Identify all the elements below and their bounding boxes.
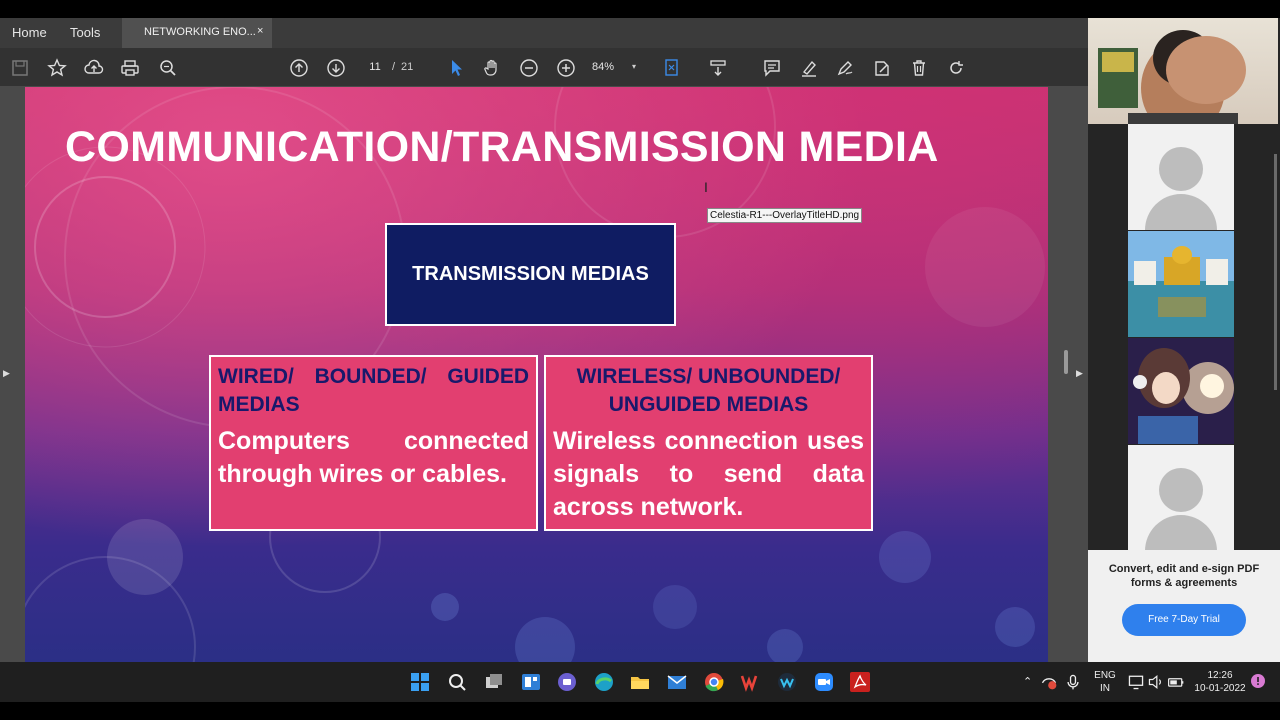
network-warning-icon[interactable] (1040, 673, 1058, 691)
teams-chat-icon[interactable] (556, 671, 578, 693)
avatar-head-icon (1159, 147, 1203, 191)
battery-icon[interactable] (1167, 673, 1185, 691)
page-total: 21 (401, 61, 414, 73)
participant-tile-1[interactable] (1128, 124, 1234, 230)
star-icon[interactable] (47, 58, 67, 78)
next-page-icon[interactable] (326, 58, 346, 78)
display-icon[interactable] (1127, 673, 1145, 691)
avatar-body-icon (1145, 515, 1217, 551)
draw-icon[interactable] (835, 58, 855, 78)
search-icon[interactable] (446, 671, 468, 693)
promo-text: Convert, edit and e-sign PDF forms & agr… (1108, 563, 1260, 589)
system-clock[interactable]: 12:26 10-01-2022 (1188, 669, 1252, 695)
hand-tool-icon[interactable] (482, 58, 502, 78)
show-hidden-icons-icon[interactable]: ⌃ (1023, 675, 1032, 688)
widgets-icon[interactable] (520, 671, 542, 693)
print-icon[interactable] (120, 58, 140, 78)
presenter-video (1088, 18, 1278, 124)
presenter-video-frame (1098, 30, 1246, 124)
close-tab-icon[interactable]: × (257, 25, 263, 37)
save-icon[interactable] (10, 58, 30, 78)
webex-icon[interactable] (776, 671, 798, 693)
transmission-medias-box: TRANSMISSION MEDIAS (385, 223, 676, 326)
edge-browser-icon[interactable] (593, 671, 615, 693)
wireless-media-description: Wireless connection uses signals to send… (553, 427, 864, 521)
free-trial-button[interactable]: Free 7-Day Trial (1122, 604, 1246, 636)
acrobat-reader-icon[interactable] (849, 671, 871, 693)
bottom-black-bar (0, 702, 1280, 720)
wps-office-icon[interactable] (740, 671, 762, 693)
wireless-media-card: WIRELESS/ UNBOUNDED/ UNGUIDED MEDIAS Wir… (544, 355, 873, 531)
taskbar: ⌃ ENG IN 12:26 10-01-2022 (0, 662, 1280, 702)
comment-icon[interactable] (762, 58, 782, 78)
page-number-input[interactable]: 11 (362, 58, 388, 76)
left-panel-expand-icon[interactable]: ▶ (3, 368, 10, 379)
participant-tile-3[interactable] (1128, 338, 1234, 444)
page-separator: / (392, 61, 396, 73)
right-side-panel: Convert, edit and e-sign PDF forms & agr… (1088, 18, 1280, 662)
golden-temple-image (1128, 231, 1234, 337)
wired-media-heading: WIRED/ BOUNDED/ GUIDED MEDIAS (218, 365, 529, 416)
toolbar: 11 / 21 84% ▾ (0, 48, 1088, 86)
zoom-level[interactable]: 84% (592, 58, 614, 76)
select-cursor-icon[interactable] (446, 58, 466, 78)
clock-date: 10-01-2022 (1194, 683, 1246, 694)
volume-icon[interactable] (1147, 673, 1165, 691)
task-view-icon[interactable] (483, 671, 505, 693)
document-tab-title: NETWORKING ENO... (144, 26, 256, 38)
avatar-body-icon (1145, 194, 1217, 230)
scroll-mode-icon[interactable] (708, 58, 728, 78)
language-region: IN (1100, 683, 1110, 694)
clock-time: 12:26 (1207, 670, 1233, 681)
wired-media-card: WIRED/ BOUNDED/ GUIDED MEDIAS Computers … (209, 355, 538, 531)
menu-bar: Home Tools NETWORKING ENO... × (0, 18, 1088, 48)
document-tab[interactable]: NETWORKING ENO... × (122, 18, 272, 48)
zoom-out-icon[interactable] (519, 58, 539, 78)
slide-title: COMMUNICATION/TRANSMISSION MEDIA (65, 123, 939, 171)
zoom-in-icon[interactable] (556, 58, 576, 78)
notification-icon[interactable] (1251, 674, 1265, 688)
document-scrollbar[interactable] (1064, 350, 1068, 374)
language-indicator[interactable]: ENG IN (1092, 669, 1118, 695)
participant-tile-4[interactable] (1128, 445, 1234, 551)
rotate-icon[interactable] (946, 58, 966, 78)
zoom-app-icon[interactable] (813, 671, 835, 693)
promo-panel: Convert, edit and e-sign PDF forms & agr… (1088, 550, 1280, 662)
right-panel-scrollbar[interactable] (1274, 154, 1277, 390)
previous-page-icon[interactable] (289, 58, 309, 78)
top-black-bar (0, 0, 1280, 18)
menu-tools[interactable]: Tools (70, 25, 100, 40)
wireless-media-heading: WIRELESS/ UNBOUNDED/ UNGUIDED MEDIAS (576, 365, 841, 416)
chrome-icon[interactable] (703, 671, 725, 693)
mail-icon[interactable] (666, 671, 688, 693)
file-explorer-icon[interactable] (629, 671, 651, 693)
windows-start-icon[interactable] (409, 671, 431, 693)
language-code: ENG (1094, 670, 1116, 681)
highlight-icon[interactable] (799, 58, 819, 78)
image-filename-tooltip: Celestia-R1---OverlayTitleHD.png (707, 208, 863, 223)
search-icon[interactable] (158, 58, 178, 78)
zoom-dropdown-icon[interactable]: ▾ (632, 58, 636, 76)
slide-page: COMMUNICATION/TRANSMISSION MEDIA TRANSMI… (25, 87, 1048, 662)
edit-pdf-icon[interactable] (872, 58, 892, 78)
text-cursor-icon: I (704, 179, 708, 195)
wired-media-description: Computers connected through wires or cab… (218, 427, 529, 488)
anime-avatar-image (1128, 338, 1234, 444)
delete-icon[interactable] (909, 58, 929, 78)
fit-page-icon[interactable] (662, 58, 682, 78)
participant-tile-2[interactable] (1128, 231, 1234, 337)
right-panel-expand-icon[interactable]: ▶ (1076, 368, 1083, 379)
microphone-icon[interactable] (1064, 673, 1082, 691)
menu-home[interactable]: Home (12, 25, 47, 40)
upload-cloud-icon[interactable] (84, 58, 104, 78)
avatar-head-icon (1159, 468, 1203, 512)
